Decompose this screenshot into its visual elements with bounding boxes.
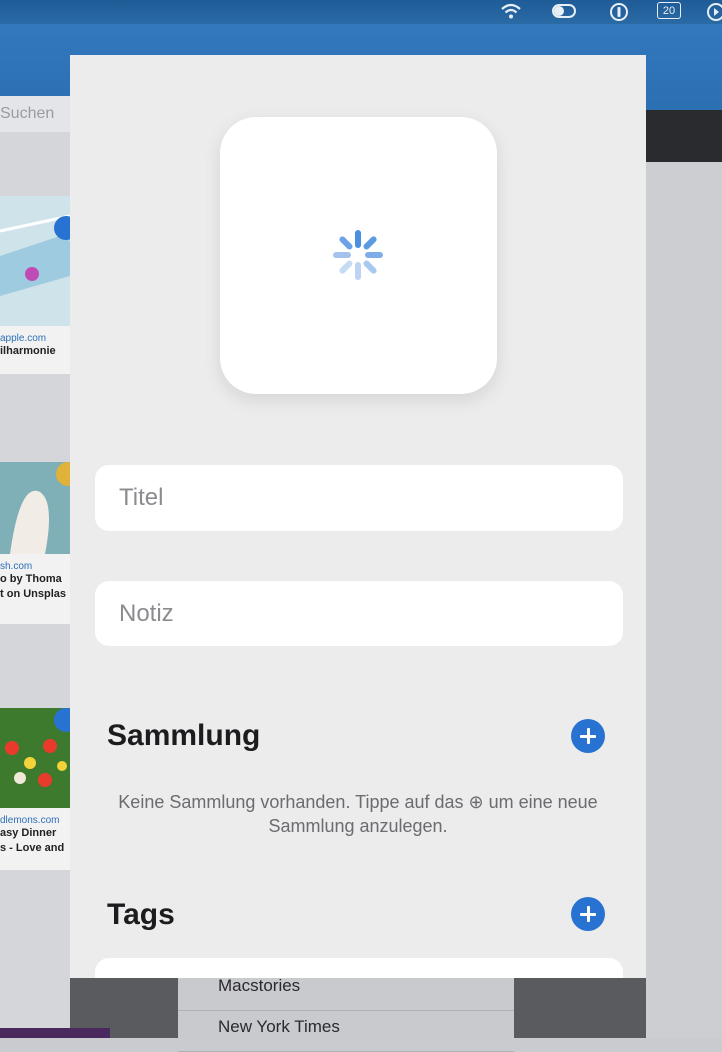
tags-field[interactable] xyxy=(95,958,623,978)
card-source: dlemons.com xyxy=(0,815,60,826)
bookmark-card[interactable]: sh.com o by Thoma t on Unsplas xyxy=(0,462,70,624)
collection-empty-hint: Keine Sammlung vorhanden. Tippe auf das … xyxy=(118,792,598,836)
bookmark-card[interactable]: dlemons.com asy Dinner s - Love and xyxy=(0,708,70,870)
list-item[interactable]: New York Times xyxy=(178,1011,514,1052)
preview-image-placeholder[interactable] xyxy=(220,117,497,394)
detail-panel-content xyxy=(646,160,722,1038)
toolbar-strip xyxy=(646,110,722,162)
photo-thumbnail xyxy=(0,462,70,554)
collection-list: Macstories New York Times xyxy=(178,970,514,1052)
loading-spinner-icon xyxy=(333,230,383,280)
note-field[interactable] xyxy=(95,581,623,646)
wifi-icon[interactable] xyxy=(500,2,522,26)
card-source: sh.com xyxy=(0,561,33,572)
bookmark-card[interactable]: apple.com ilharmonie xyxy=(0,196,70,374)
card-title-line2: s - Love and xyxy=(0,842,65,854)
collection-heading: Sammlung xyxy=(107,719,261,752)
add-tag-button[interactable] xyxy=(571,897,605,931)
calendar-icon[interactable]: 20 xyxy=(657,2,681,19)
title-field[interactable] xyxy=(95,465,623,531)
card-title: o by Thoma xyxy=(0,573,62,585)
card-title: asy Dinner xyxy=(0,827,57,839)
menubar: 20 xyxy=(0,0,722,24)
card-title-line2: t on Unsplas xyxy=(0,588,67,600)
map-thumbnail xyxy=(0,196,70,326)
card-title: ilharmonie xyxy=(0,345,56,357)
add-bookmark-sheet: Sammlung Keine Sammlung vorhanden. Tippe… xyxy=(70,55,646,978)
tags-heading: Tags xyxy=(107,898,175,931)
card-source: apple.com xyxy=(0,333,47,344)
food-thumbnail xyxy=(0,708,70,808)
app-search-field[interactable]: Suchen xyxy=(0,96,70,132)
toggle-icon[interactable] xyxy=(551,2,577,26)
add-collection-button[interactable] xyxy=(571,719,605,753)
dock-strip xyxy=(0,1028,110,1038)
